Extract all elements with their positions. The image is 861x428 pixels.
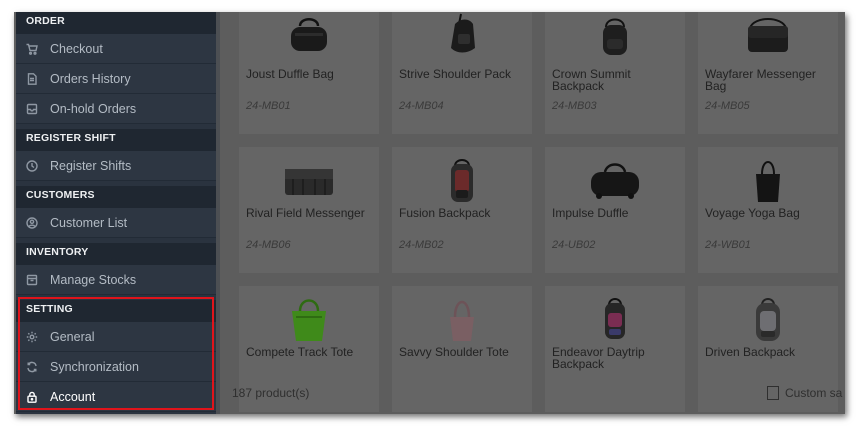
product-card[interactable]: Crown Summit Backpack 24-MB03 (545, 12, 685, 134)
product-card[interactable]: Wayfarer Messenger Bag 24-MB05 (698, 12, 838, 134)
product-card[interactable]: Fusion Backpack 24-MB02 (392, 147, 532, 273)
sidebar-item-customer-list[interactable]: Customer List (16, 208, 216, 238)
sidebar-item-general[interactable]: General (16, 322, 216, 352)
backpack-icon (698, 292, 838, 348)
product-name: Fusion Backpack (399, 206, 491, 220)
clock-icon (25, 159, 39, 173)
product-name: Wayfarer Messenger Bag (705, 67, 816, 93)
sidebar-item-synchronization[interactable]: Synchronization (16, 352, 216, 382)
sidebar-item-label: Manage Stocks (50, 272, 137, 287)
section-header-inventory: INVENTORY (16, 243, 216, 265)
tray-icon (25, 102, 39, 116)
document-icon (25, 72, 39, 86)
shoulder-pack-icon (392, 12, 532, 64)
lock-icon (25, 390, 39, 404)
product-card[interactable]: Impulse Duffle 24-UB02 (545, 147, 685, 273)
product-sku: 24-UB02 (552, 239, 596, 251)
product-name: Endeavor Daytrip Backpack (552, 345, 645, 371)
messenger-bag-icon (239, 153, 379, 209)
product-count: 187 product(s) (232, 386, 310, 400)
sidebar-item-label: Orders History (50, 71, 131, 86)
document-icon (767, 386, 779, 400)
sidebar-item-label: General (50, 329, 95, 344)
messenger-bag-icon (698, 12, 838, 64)
product-name: Rival Field Messenger (246, 206, 365, 220)
section-header-customers: CUSTOMERS (16, 186, 216, 208)
backpack-icon (545, 292, 685, 348)
tote-bag-icon (698, 153, 838, 209)
product-card[interactable]: Strive Shoulder Pack 24-MB04 (392, 12, 532, 134)
cart-icon (25, 42, 39, 56)
custom-sale-label: Custom sa (785, 386, 843, 400)
product-sku: 24-MB03 (552, 100, 597, 112)
sidebar-item-label: Customer List (50, 215, 128, 230)
product-grid-area: Joust Duffle Bag 24-MB01 Strive Shoulder… (220, 12, 845, 414)
custom-sale-button[interactable]: Custom sa (767, 386, 842, 400)
product-name: Strive Shoulder Pack (399, 67, 512, 81)
product-sku: 24-MB06 (246, 239, 291, 251)
sidebar-item-checkout[interactable]: Checkout (16, 34, 216, 64)
duffle-bag-icon (239, 12, 379, 64)
product-sku: 24-MB05 (705, 100, 750, 112)
product-card[interactable]: Joust Duffle Bag 24-MB01 (239, 12, 379, 134)
product-sku: 24-WB01 (705, 239, 751, 251)
sidebar-item-label: On-hold Orders (50, 101, 137, 116)
sidebar-item-register-shifts[interactable]: Register Shifts (16, 151, 216, 181)
section-header-setting: SETTING (16, 300, 216, 322)
sidebar-item-account[interactable]: Account (16, 382, 216, 412)
sync-icon (25, 360, 39, 374)
sidebar-item-label: Synchronization (50, 359, 139, 374)
product-card[interactable]: Savvy Shoulder Tote (392, 286, 532, 412)
product-name: Savvy Shoulder Tote (399, 345, 509, 359)
product-name: Compete Track Tote (246, 345, 354, 359)
gear-icon (25, 330, 39, 344)
product-name: Driven Backpack (705, 345, 796, 359)
product-name: Crown Summit Backpack (552, 67, 631, 93)
product-card[interactable]: Rival Field Messenger 24-MB06 (239, 147, 379, 273)
product-sku: 24-MB01 (246, 100, 291, 112)
sidebar-item-on-hold-orders[interactable]: On-hold Orders (16, 94, 216, 124)
shoulder-tote-icon (392, 292, 532, 348)
sidebar-item-label: Checkout (50, 41, 103, 56)
box-icon (25, 273, 39, 287)
product-name: Joust Duffle Bag (246, 67, 334, 81)
tote-bag-icon (239, 292, 379, 348)
product-card[interactable]: Endeavor Daytrip Backpack (545, 286, 685, 412)
sidebar-item-label: Account (50, 389, 96, 404)
section-header-order: ORDER (16, 12, 216, 34)
sidebar-item-label: Register Shifts (50, 158, 132, 173)
product-sku: 24-MB04 (399, 100, 444, 112)
duffle-bag-icon (545, 153, 685, 209)
app-window: ORDER Checkout Orders History On-hold Or… (14, 12, 845, 414)
backpack-icon (392, 153, 532, 209)
sidebar-item-orders-history[interactable]: Orders History (16, 64, 216, 94)
user-circle-icon (25, 216, 39, 230)
backpack-icon (545, 12, 685, 64)
product-name: Impulse Duffle (552, 206, 629, 220)
sidebar: ORDER Checkout Orders History On-hold Or… (16, 12, 216, 414)
section-header-register-shift: REGISTER SHIFT (16, 129, 216, 151)
product-card[interactable]: Voyage Yoga Bag 24-WB01 (698, 147, 838, 273)
product-sku: 24-MB02 (399, 239, 444, 251)
sidebar-item-manage-stocks[interactable]: Manage Stocks (16, 265, 216, 295)
product-name: Voyage Yoga Bag (705, 206, 800, 220)
